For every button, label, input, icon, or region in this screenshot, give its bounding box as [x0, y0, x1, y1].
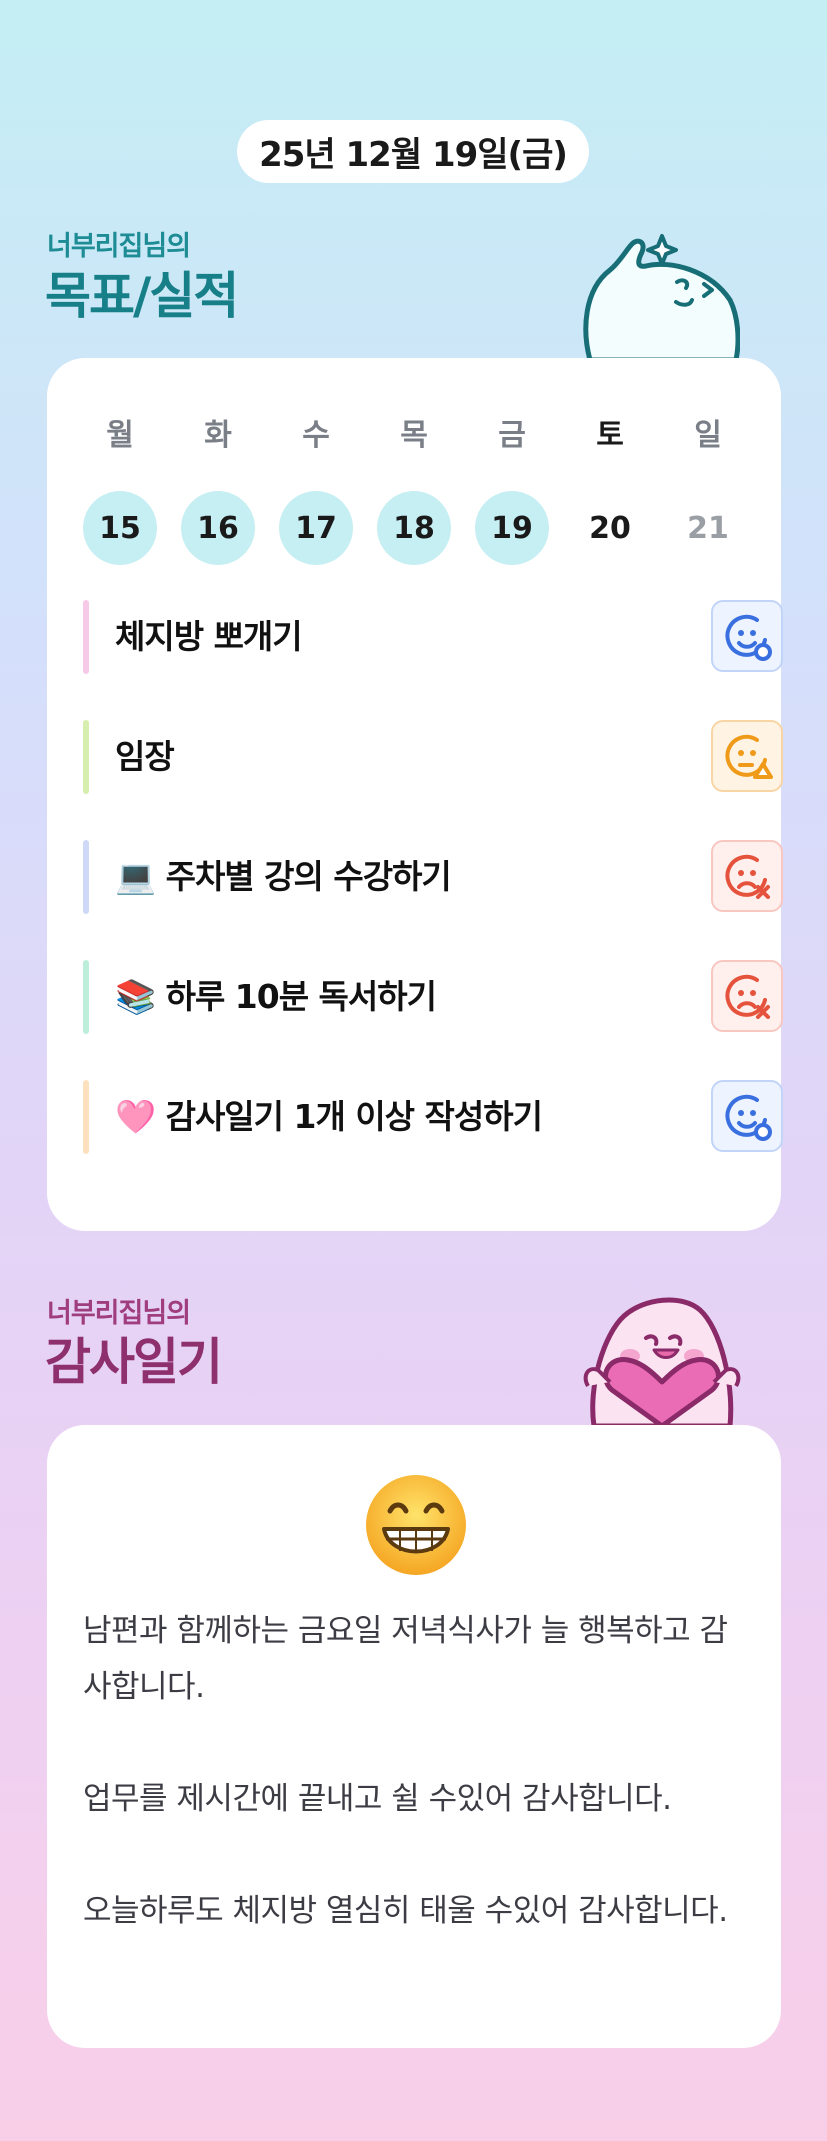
- goal-label: 📚 하루 10분 독서하기: [115, 977, 437, 1016]
- goal-row[interactable]: 💻 주차별 강의 수강하기: [83, 840, 783, 914]
- day-18[interactable]: 18: [377, 491, 451, 565]
- goal-label: 💻 주차별 강의 수강하기: [115, 857, 452, 896]
- day-20[interactable]: 20: [573, 491, 647, 565]
- goal-row[interactable]: 🩷 감사일기 1개 이상 작성하기: [83, 1080, 783, 1154]
- goals-title: 목표/실적: [45, 267, 239, 325]
- goal-status-button[interactable]: [711, 1080, 783, 1152]
- goal-status-button[interactable]: [711, 600, 783, 672]
- goals-card: 월 화 수 목 금 토 일 15 16 17 18 19 20 21 체지방 뽀…: [47, 358, 783, 1231]
- diary-entry: 오늘하루도 체지방 열심히 태울 수있어 감사합니다.: [83, 1893, 728, 1929]
- goal-label: 🩷 감사일기 1개 이상 작성하기: [115, 1097, 543, 1136]
- diary-entry: 남편과 함께하는 금요일 저녁식사가 늘 행복하고 감사합니다.: [83, 1613, 728, 1705]
- goal-row[interactable]: 체지방 뽀개기: [83, 600, 783, 674]
- goal-label: 임장: [115, 737, 175, 776]
- neutral-triangle-icon: [725, 734, 773, 779]
- day-tue-label: 화: [204, 418, 232, 453]
- day-mon-label: 월: [106, 418, 134, 453]
- day-17[interactable]: 17: [279, 491, 353, 565]
- date-pill[interactable]: 25년 12월 19일(금): [237, 120, 589, 183]
- day-sun-label: 일: [694, 418, 722, 453]
- day-15[interactable]: 15: [83, 491, 157, 565]
- heart-mascot-icon: [583, 1297, 741, 1426]
- goal-row[interactable]: 📚 하루 10분 독서하기: [83, 960, 783, 1034]
- goal-status-button[interactable]: [711, 720, 783, 792]
- goal-status-button[interactable]: [711, 960, 783, 1032]
- day-21[interactable]: 21: [671, 491, 745, 565]
- goal-label: 체지방 뽀개기: [115, 617, 303, 656]
- waving-mascot-icon: [583, 234, 740, 360]
- day-wed-label: 수: [302, 418, 330, 453]
- diary-title: 감사일기: [45, 1333, 223, 1391]
- day-fri-label: 금: [498, 418, 526, 453]
- goal-color-bar: [83, 840, 89, 914]
- goal-color-bar: [83, 960, 89, 1034]
- goal-status-button[interactable]: [711, 840, 783, 912]
- goal-row[interactable]: 임장: [83, 720, 783, 794]
- day-16[interactable]: 16: [181, 491, 255, 565]
- grinning-face-icon: [366, 1475, 466, 1575]
- goal-color-bar: [83, 1080, 89, 1154]
- goal-color-bar: [83, 600, 89, 674]
- diary-entry: 업무를 제시간에 끝내고 쉴 수있어 감사합니다.: [83, 1781, 672, 1817]
- smile-check-icon: [725, 1094, 772, 1141]
- smile-check-icon: [725, 614, 772, 661]
- date-label: 25년 12월 19일(금): [259, 135, 568, 175]
- sad-x-icon: [725, 974, 770, 1019]
- day-19[interactable]: 19: [475, 491, 549, 565]
- sad-x-icon: [725, 854, 770, 899]
- diary-text: 남편과 함께하는 금요일 저녁식사가 늘 행복하고 감사합니다. 업무를 제시간…: [83, 1603, 751, 1939]
- diary-card: 남편과 함께하는 금요일 저녁식사가 늘 행복하고 감사합니다. 업무를 제시간…: [47, 1425, 781, 2048]
- goal-color-bar: [83, 720, 89, 794]
- day-sat-label: 토: [596, 418, 624, 453]
- day-thu-label: 목: [400, 418, 428, 453]
